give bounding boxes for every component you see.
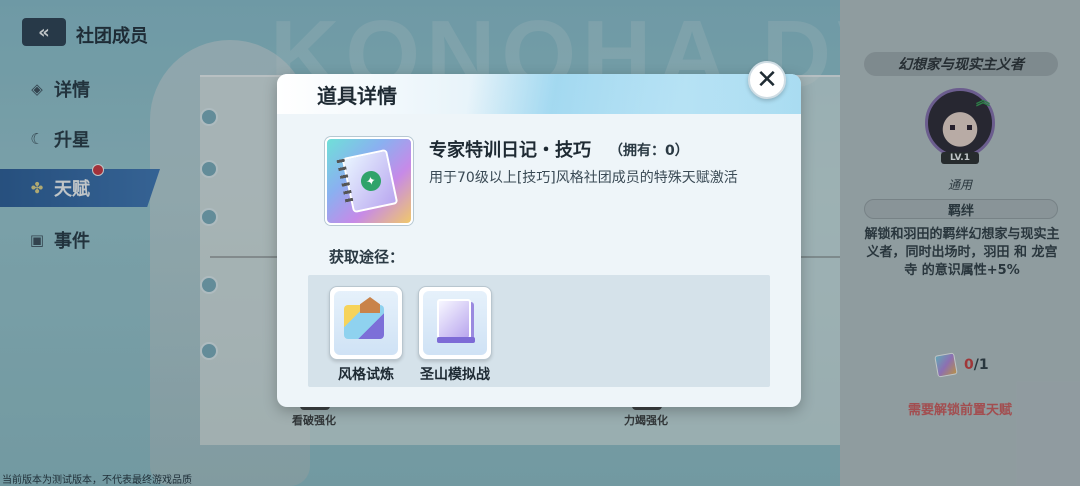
purple-card-icon (437, 299, 471, 339)
source-tile[interactable] (418, 286, 492, 360)
item-detail-dialog: 道具详情 ✦ 专家特训日记・技巧 （拥有：0） 用于70级以上[技巧]风格社团成… (277, 74, 801, 407)
source-tile[interactable] (329, 286, 403, 360)
source-style-trial[interactable]: 风格试炼 (329, 286, 403, 384)
close-button[interactable]: ✕ (748, 61, 786, 99)
source-holy-mountain-sim[interactable]: 圣山模拟战 (418, 286, 492, 384)
dialog-header: 道具详情 (277, 74, 801, 114)
item-name: 专家特训日记・技巧 (429, 140, 591, 161)
source-label: 圣山模拟战 (420, 367, 490, 383)
dialog-title: 道具详情 (317, 84, 397, 108)
training-diary-icon: ✦ (325, 137, 413, 225)
close-icon: ✕ (756, 65, 778, 95)
item-description: 用于70级以上[技巧]风格社团成员的特殊天赋激活 (429, 170, 738, 186)
source-heading: 获取途径： (329, 248, 405, 266)
item-owned-count: （拥有：0） (609, 143, 689, 159)
source-list: 风格试炼 圣山模拟战 (308, 275, 770, 387)
source-label: 风格试炼 (338, 367, 394, 383)
